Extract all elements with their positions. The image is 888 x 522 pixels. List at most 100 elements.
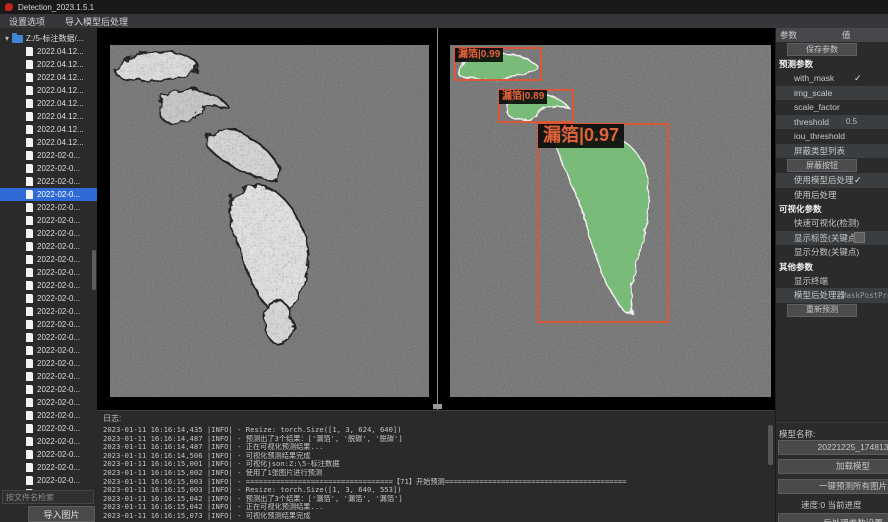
tree-item[interactable]: 2022-02-0... [0, 266, 97, 279]
menu-item-2[interactable]: 导入模型后处理 [65, 15, 128, 28]
tree-item-label: 2022.04.12... [37, 60, 84, 69]
param-row[interactable]: 显示分数(关键点) [776, 245, 888, 260]
tree-item[interactable]: 2022-02-0... [0, 422, 97, 435]
tree-item-label: 2022-02-0... [37, 203, 80, 212]
param-row[interactable]: 快速可视化(检测) [776, 216, 888, 231]
file-icon [26, 255, 33, 264]
tree-item[interactable]: 2022.04.12... [0, 71, 97, 84]
tree-item[interactable]: 2022-02-0... [0, 253, 97, 266]
tree-item[interactable]: 2022.04.12... [0, 45, 97, 58]
center-area: 漏箔|0.99 漏箔|0.89 漏箔|0.97 日志: 2023-01-11 1… [97, 28, 775, 522]
tree-item[interactable]: 2022-02-0... [0, 279, 97, 292]
postprocess-settings-button[interactable]: 后处理参数设置 [778, 513, 888, 522]
splitter-grip[interactable] [433, 404, 442, 409]
param-row[interactable]: 屏蔽类型列表 [776, 144, 888, 159]
param-row[interactable]: threshold0.5 [776, 115, 888, 130]
tree-item[interactable]: 2022.04.12... [0, 136, 97, 149]
tree-item[interactable]: 2022-02-0... [0, 292, 97, 305]
file-icon [26, 190, 33, 199]
tree-item-label: 2022-02-0... [37, 229, 80, 238]
log-line: 2023-01-11 16:16:15,042 |INFO| - 预测出了3个结… [103, 495, 775, 504]
param-row[interactable]: 使用后处理 [776, 188, 888, 203]
tree-item[interactable]: 2022-02-0... [0, 370, 97, 383]
file-icon [26, 346, 33, 355]
predict-all-button[interactable]: 一键预测所有图片 [778, 479, 888, 494]
tree-item[interactable]: 2022-02-0... [0, 162, 97, 175]
import-images-button[interactable]: 导入图片 [28, 506, 95, 522]
param-row[interactable]: 模型后处理器MaskPostProc [776, 288, 888, 303]
tree-item-label: 2022-02-0... [37, 255, 80, 264]
param-checkbox[interactable] [854, 231, 865, 246]
tree-item-label: 2022.04.12... [37, 99, 84, 108]
tree-item-label: 2022.04.12... [37, 47, 84, 56]
param-row[interactable]: with_mask✓ [776, 71, 888, 86]
file-icon [26, 47, 33, 56]
image-viewer: 漏箔|0.99 漏箔|0.89 漏箔|0.97 [97, 28, 775, 410]
param-row[interactable]: 显示终端 [776, 274, 888, 289]
tree-item[interactable]: 2022-02-0... [0, 318, 97, 331]
tree-item-label: 2022.04.12... [37, 86, 84, 95]
tree-item[interactable]: 2022-02-0... [0, 149, 97, 162]
tree-item[interactable]: 2022-02-0... [0, 461, 97, 474]
tree-item[interactable]: 2022-02-0... [0, 435, 97, 448]
param-label: 使用后处理 [794, 189, 837, 201]
tree-item[interactable]: 2022-02-0... [0, 383, 97, 396]
tree-item[interactable]: 2022-02-0... [0, 474, 97, 487]
tree-item[interactable]: 2022-02-0... [0, 175, 97, 188]
tree-item[interactable]: 2022.04.12... [0, 97, 97, 110]
log-line: 2023-01-11 16:16:15,001 |INFO| - 可视化json… [103, 460, 775, 469]
param-label: iou_threshold [794, 131, 845, 141]
tree-item[interactable]: 2022.04.12... [0, 123, 97, 136]
param-button[interactable]: 屏蔽按钮 [787, 159, 857, 172]
tree-item[interactable]: 2022-02-0... [0, 448, 97, 461]
tree-item[interactable]: 2022-02-0... [0, 240, 97, 253]
splitter-divider[interactable] [437, 28, 438, 410]
tree-item[interactable]: 2022-02-0... [0, 331, 97, 344]
file-icon [26, 203, 33, 212]
file-icon [26, 372, 33, 381]
log-line: 2023-01-11 16:16:14,487 |INFO| - 正在可视化预测… [103, 443, 775, 452]
param-row[interactable]: iou_threshold [776, 129, 888, 144]
param-row[interactable]: img_scale [776, 86, 888, 101]
param-button[interactable]: 保存参数 [787, 43, 857, 56]
model-name-button[interactable]: 20221225_174813 [778, 440, 888, 455]
tree-item-label: 2022-02-0... [37, 463, 80, 472]
tree-item[interactable]: 2022-02-0... [0, 188, 97, 201]
tree-item[interactable]: 2022-02-0... [0, 344, 97, 357]
file-icon [26, 385, 33, 394]
tree-root-folder[interactable]: ▾ Z:/5-标注数据/... [0, 32, 97, 45]
tree-item-label: 2022-02-0... [37, 268, 80, 277]
tree-item[interactable]: 2022-02-0... [0, 305, 97, 318]
search-input[interactable] [2, 490, 94, 504]
file-icon [26, 268, 33, 277]
prediction-image[interactable]: 漏箔|0.99 漏箔|0.89 漏箔|0.97 [450, 45, 771, 397]
param-label: with_mask [794, 73, 834, 83]
tree-scrollbar[interactable] [92, 250, 96, 290]
tree-item[interactable]: 2022-02-0... [0, 409, 97, 422]
menu-item-1[interactable]: 设置选项 [9, 15, 45, 28]
param-label: 显示分数(关键点) [794, 246, 859, 258]
tree-item[interactable]: 2022.04.12... [0, 110, 97, 123]
tree-item-list: 2022.04.12...2022.04.12...2022.04.12...2… [0, 45, 97, 490]
param-table-header: 参数 值 [776, 28, 888, 42]
original-image[interactable] [110, 45, 429, 397]
load-model-button[interactable]: 加载模型 [778, 459, 888, 474]
tree-item[interactable]: 2022-02-0... [0, 227, 97, 240]
folder-icon [12, 35, 23, 43]
caret-down-icon[interactable]: ▾ [5, 35, 9, 43]
file-icon [26, 411, 33, 420]
tree-item[interactable]: 2022.04.12... [0, 84, 97, 97]
log-scrollbar[interactable] [768, 425, 773, 465]
param-button[interactable]: 重新预测 [787, 304, 857, 317]
tree-item[interactable]: 2022-02-0... [0, 357, 97, 370]
tree-item[interactable]: 2022-02-0... [0, 201, 97, 214]
tree-item[interactable]: 2022-02-0... [0, 396, 97, 409]
file-icon [26, 229, 33, 238]
tree-item-label: 2022-02-0... [37, 307, 80, 316]
tree-item[interactable]: 2022.04.12... [0, 58, 97, 71]
file-icon [26, 450, 33, 459]
tree-item[interactable]: 2022-02-0... [0, 214, 97, 227]
param-row[interactable]: scale_factor [776, 100, 888, 115]
param-row[interactable]: 显示标签(关键点) [776, 231, 888, 246]
param-row[interactable]: 使用模型后处理✓ [776, 173, 888, 188]
